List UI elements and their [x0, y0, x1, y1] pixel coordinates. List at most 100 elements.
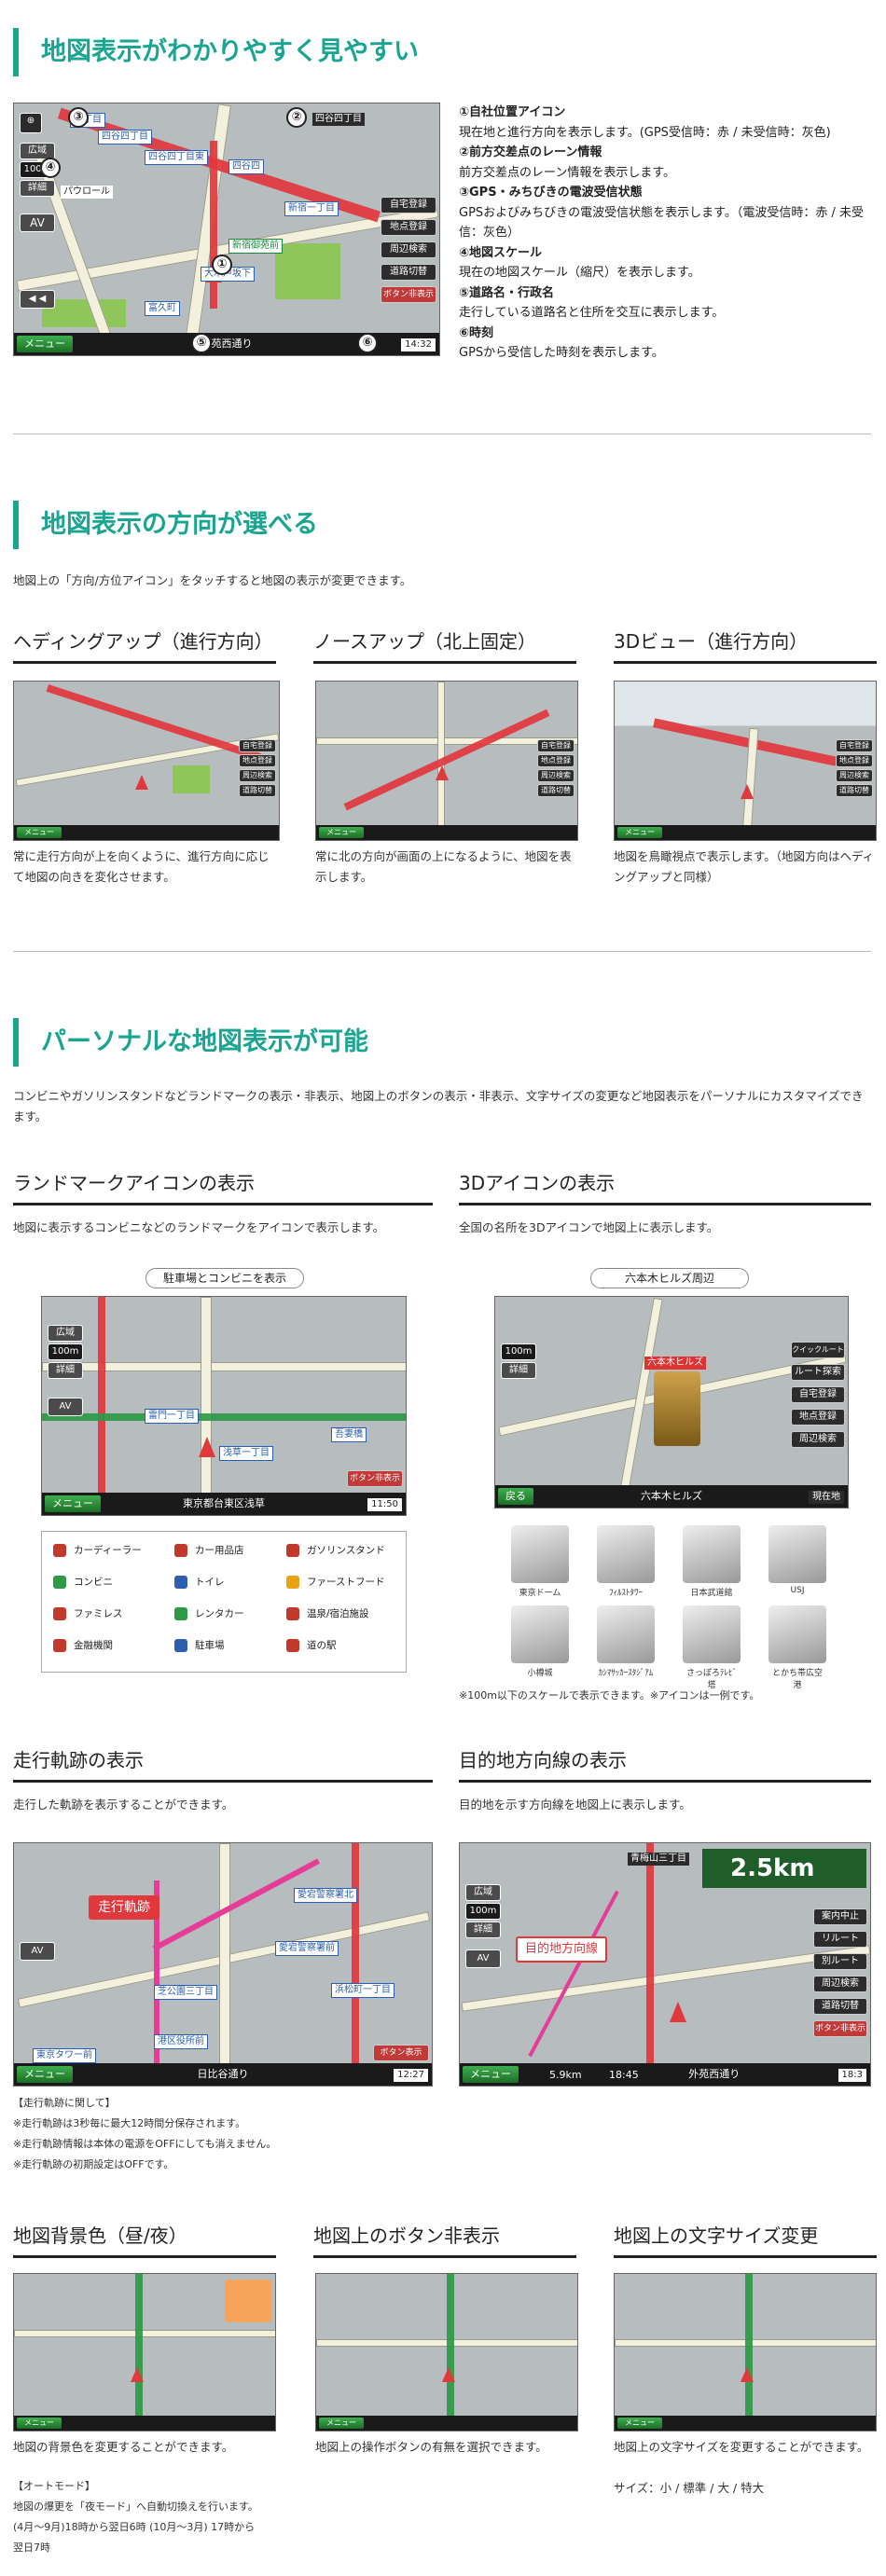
callout: ⑥ — [357, 333, 378, 353]
map-label: 四谷四丁目 — [98, 130, 152, 145]
hot-spring-icon — [286, 1607, 299, 1620]
menu-button[interactable]: メニュー — [17, 336, 73, 352]
bottom-extra: (4月〜9月)18時から翌日6時 (10月〜3月) 17時から — [13, 2521, 256, 2533]
section-title-map-display: 地図表示がわかりやすく見やすい — [13, 28, 419, 76]
landmark-desc: 地図に表示するコンビニなどのランドマークをアイコンで表示します。 — [13, 1220, 385, 1234]
legend-item: ファーストフード — [286, 1575, 384, 1589]
roadside-station-icon — [286, 1639, 299, 1652]
section-intro: 地図上の「方向/方位アイコン」をタッチすると地図の表示が変更できます。 — [13, 573, 412, 587]
convenience-store-icon — [53, 1576, 66, 1589]
family-restaurant-icon — [53, 1607, 66, 1620]
main-map-screenshot: 四谷四丁目 四谷四丁目東 四谷四 新宿一丁目 大木戸坂下 富久町 パウロール 新… — [13, 103, 440, 356]
menu-button[interactable]: メニュー — [45, 1495, 101, 1512]
toilet-icon — [174, 1576, 187, 1589]
bottom-desc: 地図上の文字サイズを変更することができます。 — [614, 2440, 869, 2454]
right-button[interactable]: 周辺検索 — [813, 1976, 867, 1992]
bottom-desc: 地図上の操作ボタンの有無を選択できます。 — [315, 2440, 547, 2454]
legend-item: 道の駅 — [286, 1638, 337, 1652]
subheading: 地図上のボタン非表示 — [313, 2221, 576, 2258]
right-button[interactable]: 自宅登録 — [381, 197, 436, 214]
volume-icon[interactable]: ◀ ◀ — [20, 290, 55, 309]
map-thumbnail-heading-up: 自宅登録 地点登録 周辺検索 道路切替 メニュー — [13, 681, 280, 841]
current-location-button[interactable]: 現在地 — [809, 1491, 844, 1504]
landmark-caption: 駐車場とコンビニを表示 — [145, 1268, 304, 1288]
stadium-icon — [597, 1605, 655, 1663]
callout: ② — [286, 107, 307, 128]
back-button[interactable]: 戻る — [498, 1488, 533, 1505]
bottom-desc: 地図の背景色を変更することができます。 — [13, 2440, 234, 2454]
fast-food-icon — [286, 1576, 299, 1589]
map-label: 四谷四 — [228, 159, 264, 174]
callout: ⑤ — [191, 333, 212, 353]
landmark-3d-tile: 東京ドーム — [511, 1525, 569, 1598]
bottom-extra: サイズ：小 / 標準 / 大 / 特大 — [614, 2481, 765, 2495]
av-button[interactable]: AV — [20, 214, 55, 232]
right-button[interactable]: 道路切替 — [813, 1998, 867, 2015]
right-button[interactable]: 周辺検索 — [381, 241, 436, 258]
orientation-desc: 常に北の方向が画面の上になるように、地図を表示します。 — [315, 849, 572, 884]
landmark-3d-tile: とかち帯広空港 — [768, 1605, 826, 1690]
landmark-map: 雷門一丁目 浅草一丁目 吾妻橋 広域 100m 詳細 AV ボタン非表示 メニュ… — [41, 1296, 407, 1516]
right-button[interactable]: 道路切替 — [381, 264, 436, 281]
budokan-icon — [683, 1525, 741, 1583]
right-button[interactable]: 地点登録 — [381, 219, 436, 236]
landmark-3d-tile: 小樽城 — [511, 1605, 569, 1678]
subheading: ヘディングアップ（進行方向） — [13, 627, 276, 664]
parking-icon — [174, 1639, 187, 1652]
menu-button[interactable]: メニュー — [17, 2066, 73, 2083]
gps-icon[interactable]: ⊕ — [20, 113, 42, 133]
map-label: パウロール — [61, 186, 113, 199]
map-label: 新宿一丁目 — [284, 201, 339, 216]
right-button[interactable]: ボタン非表示 — [813, 2020, 867, 2037]
feature-list: ①自社位置アイコン 現在地と進行方向を表示します。(GPS受信時：赤 / 未受信時… — [459, 103, 869, 364]
dest-name: 青梅山三丁目 — [628, 1853, 689, 1866]
legend-item: 駐車場 — [174, 1638, 225, 1652]
destination-line — [528, 1890, 619, 2058]
orientation-desc: 常に走行方向が上を向くように、進行方向に応じて地図の向きを変化させます。 — [13, 849, 270, 884]
map-thumbnail-3d: 自宅登録 地点登録 周辺検索 道路切替 メニュー — [614, 681, 877, 841]
icon3d-note: ※100m以下のスケールで表示できます。※アイコンは一例です。 — [459, 1689, 760, 1701]
feature-item: ①自社位置アイコン 現在地と進行方向を表示します。(GPS受信時：赤 / 未受信時… — [459, 105, 831, 140]
map-label: 四谷四丁目東 — [145, 150, 208, 165]
feature-item: ②前方交差点のレーン情報 前方交差点のレーン情報を表示します。 — [459, 145, 676, 180]
divider — [13, 951, 871, 952]
callout: ③ — [68, 107, 89, 128]
map-thumbnail-hidden-buttons: メニュー — [315, 2273, 578, 2431]
bottom-extra: 翌日7時 — [13, 2542, 50, 2554]
sun-icon — [225, 2280, 271, 2322]
map-thumbnail-day-night: メニュー — [13, 2273, 276, 2431]
right-button[interactable]: 別ルート — [813, 1953, 867, 1970]
track-callout: 走行軌跡 — [89, 1895, 159, 1920]
map-label: 富久町 — [145, 301, 180, 316]
landmark-3d-tile: USJ — [768, 1525, 826, 1595]
subheading: 目的地方向線の表示 — [459, 1745, 871, 1783]
icon3d-caption: 六本木ヒルズ周辺 — [590, 1268, 749, 1288]
right-button[interactable]: 案内中止 — [813, 1908, 867, 1925]
tower-icon — [597, 1525, 655, 1583]
subheading: 3Dビュー（進行方向） — [614, 627, 877, 664]
subheading: 3Dアイコンの表示 — [459, 1168, 871, 1205]
legend-item: 金融機関 — [53, 1638, 113, 1652]
landmark-3d-tile: ｶｼﾏｻｯｶｰｽﾀｼﾞｱﾑ — [597, 1605, 655, 1678]
right-button[interactable]: ボタン非表示 — [381, 286, 436, 303]
right-button[interactable]: リルート — [813, 1931, 867, 1948]
callout: ④ — [40, 158, 61, 178]
legend-item: カーディーラー — [53, 1543, 142, 1557]
feature-item: ⑤道路名・行政名 走行している道路名と住所を交互に表示します。 — [459, 285, 725, 321]
road-name: 日比谷通り — [197, 2068, 249, 2080]
car-dealer-icon — [53, 1544, 66, 1557]
lane-info-label: 四谷四丁目 — [312, 113, 365, 126]
orientation-desc: 地図を鳥瞰視点で表示します。（地図方向はヘディングアップと同様） — [614, 849, 875, 884]
track-desc: 走行した軌跡を表示することができます。 — [13, 1798, 234, 1811]
legend-item: カー用品店 — [174, 1543, 244, 1557]
subheading: 走行軌跡の表示 — [13, 1745, 433, 1783]
car-parts-icon — [174, 1544, 187, 1557]
legend-item: 温泉/宿泊施設 — [286, 1606, 369, 1620]
clock: 12:27 — [394, 2069, 428, 2082]
menu-button[interactable]: メニュー — [463, 2066, 519, 2083]
map-thumbnail-text-size: メニュー — [614, 2273, 877, 2431]
subheading: 地図背景色（昼/夜） — [13, 2221, 276, 2258]
detail-button[interactable]: 詳細 — [20, 180, 55, 197]
landmark-3d-tile: 日本武道館 — [683, 1525, 741, 1598]
legend-item: コンビニ — [53, 1575, 113, 1589]
